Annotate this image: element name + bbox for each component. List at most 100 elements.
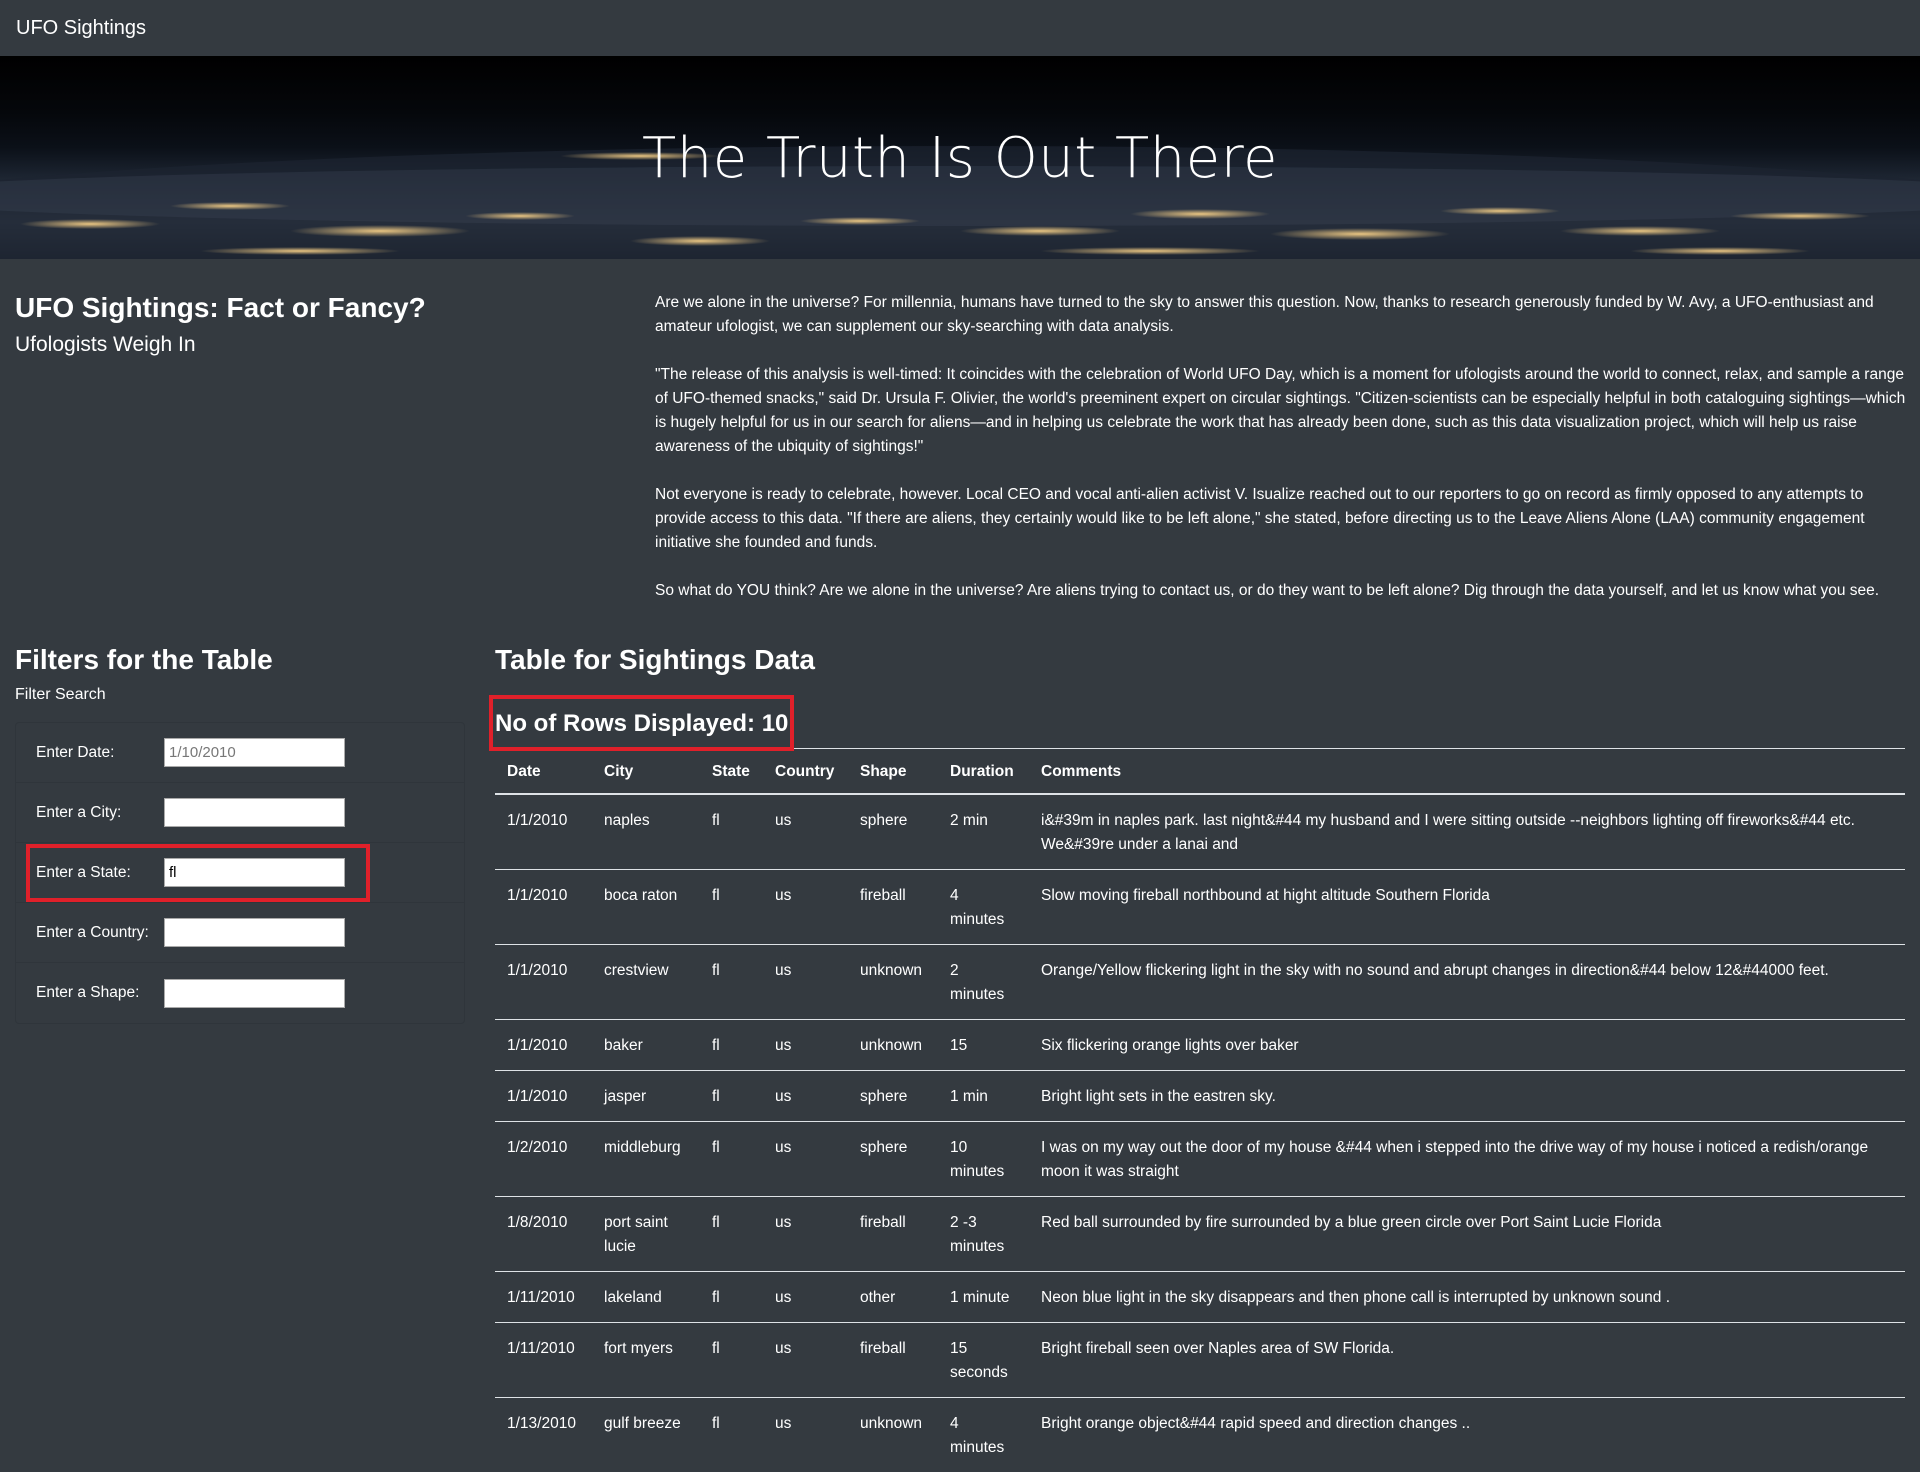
country-input[interactable] (164, 918, 345, 947)
date-cell: 1/1/2010 (495, 794, 592, 870)
comments-cell: Bright light sets in the eastren sky. (1029, 1071, 1905, 1122)
shape-cell: fireball (848, 1323, 938, 1398)
filter-item-country: Enter a Country: (16, 903, 464, 963)
filter-item-state: Enter a State: (16, 843, 464, 903)
state-cell: fl (700, 1122, 763, 1197)
column-header-state: State (700, 749, 763, 795)
shape-cell: unknown (848, 1398, 938, 1472)
comments-cell: Bright orange object&#44 rapid speed and… (1029, 1398, 1905, 1472)
table-row: 1/11/2010fort myersflusfireball15 second… (495, 1323, 1905, 1398)
intro-paragraph: Are we alone in the universe? For millen… (655, 291, 1907, 339)
intro-subheading: Ufologists Weigh In (15, 333, 615, 357)
state-cell: fl (700, 794, 763, 870)
table-header: Date City State Country Shape Duration C… (495, 749, 1905, 795)
city-cell: gulf breeze (592, 1398, 700, 1472)
date-input[interactable] (164, 738, 345, 767)
state-cell: fl (700, 1323, 763, 1398)
table-row: 1/1/2010boca ratonflusfireball4 minutesS… (495, 870, 1905, 945)
shape-input[interactable] (164, 979, 345, 1008)
city-cell: fort myers (592, 1323, 700, 1398)
row-count-label: No of Rows Displayed: 10 (495, 710, 788, 738)
city-cell: naples (592, 794, 700, 870)
country-cell: us (763, 1272, 848, 1323)
city-cell: crestview (592, 945, 700, 1020)
country-cell: us (763, 1323, 848, 1398)
country-cell: us (763, 870, 848, 945)
date-cell: 1/1/2010 (495, 945, 592, 1020)
country-cell: us (763, 945, 848, 1020)
city-cell: port saint lucie (592, 1197, 700, 1272)
column-header-date: Date (495, 749, 592, 795)
duration-cell: 15 seconds (938, 1323, 1029, 1398)
duration-cell: 10 minutes (938, 1122, 1029, 1197)
duration-cell: 15 (938, 1020, 1029, 1071)
table-header-row: Date City State Country Shape Duration C… (495, 749, 1905, 795)
comments-cell: Neon blue light in the sky disappears an… (1029, 1272, 1905, 1323)
filters-heading: Filters for the Table (15, 644, 465, 676)
filter-item-city: Enter a City: (16, 783, 464, 843)
shape-cell: unknown (848, 945, 938, 1020)
table-row: 1/11/2010lakelandflusother1 minuteNeon b… (495, 1272, 1905, 1323)
intro-paragraph: "The release of this analysis is well-ti… (655, 363, 1907, 459)
state-input[interactable] (164, 858, 345, 887)
shape-cell: other (848, 1272, 938, 1323)
city-cell: jasper (592, 1071, 700, 1122)
country-cell: us (763, 1020, 848, 1071)
intro-paragraph: Not everyone is ready to celebrate, howe… (655, 483, 1907, 555)
column-header-city: City (592, 749, 700, 795)
intro-heading: UFO Sightings: Fact or Fancy? (15, 291, 615, 325)
state-cell: fl (700, 1272, 763, 1323)
comments-cell: i&#39m in naples park. last night&#44 my… (1029, 794, 1905, 870)
table-row: 1/1/2010bakerflusunknown15Six flickering… (495, 1020, 1905, 1071)
intro-heading-block: UFO Sightings: Fact or Fancy? Ufologists… (15, 291, 615, 357)
hero-title: The Truth Is Out There (0, 126, 1920, 191)
column-header-shape: Shape (848, 749, 938, 795)
filter-item-date: Enter Date: (16, 723, 464, 783)
city-cell: lakeland (592, 1272, 700, 1323)
table-body: 1/1/2010naplesflussphere2 mini&#39m in n… (495, 794, 1905, 1472)
table-row: 1/1/2010jasperflussphere1 minBright ligh… (495, 1071, 1905, 1122)
shape-cell: sphere (848, 1071, 938, 1122)
comments-cell: Six flickering orange lights over baker (1029, 1020, 1905, 1071)
state-label: Enter a State: (36, 864, 164, 882)
duration-cell: 4 minutes (938, 1398, 1029, 1472)
city-input[interactable] (164, 798, 345, 827)
shape-cell: unknown (848, 1020, 938, 1071)
filters-panel: Filters for the Table Filter Search Ente… (15, 644, 465, 1024)
date-label: Enter Date: (36, 744, 164, 762)
comments-cell: Slow moving fireball northbound at hight… (1029, 870, 1905, 945)
country-cell: us (763, 1197, 848, 1272)
duration-cell: 1 min (938, 1071, 1029, 1122)
duration-cell: 2 -3 minutes (938, 1197, 1029, 1272)
table-row: 1/8/2010port saint lucieflusfireball2 -3… (495, 1197, 1905, 1272)
intro-article: Are we alone in the universe? For millen… (655, 291, 1907, 627)
comments-cell: Bright fireball seen over Naples area of… (1029, 1323, 1905, 1398)
city-label: Enter a City: (36, 804, 164, 822)
column-header-country: Country (763, 749, 848, 795)
date-cell: 1/1/2010 (495, 1020, 592, 1071)
state-cell: fl (700, 1020, 763, 1071)
comments-cell: Red ball surrounded by fire surrounded b… (1029, 1197, 1905, 1272)
date-cell: 1/1/2010 (495, 870, 592, 945)
date-cell: 1/8/2010 (495, 1197, 592, 1272)
shape-label: Enter a Shape: (36, 984, 164, 1002)
table-row: 1/1/2010naplesflussphere2 mini&#39m in n… (495, 794, 1905, 870)
state-cell: fl (700, 870, 763, 945)
table-row: 1/2/2010middleburgflussphere10 minutesI … (495, 1122, 1905, 1197)
state-cell: fl (700, 945, 763, 1020)
navbar-brand-link[interactable]: UFO Sightings (16, 17, 146, 40)
column-header-comments: Comments (1029, 749, 1905, 795)
shape-cell: fireball (848, 1197, 938, 1272)
date-cell: 1/11/2010 (495, 1272, 592, 1323)
date-cell: 1/13/2010 (495, 1398, 592, 1472)
country-cell: us (763, 794, 848, 870)
row-count-wrapper: No of Rows Displayed: 10 (495, 704, 812, 744)
city-cell: boca raton (592, 870, 700, 945)
sightings-table: Date City State Country Shape Duration C… (495, 748, 1905, 1472)
filters-subheading: Filter Search (15, 686, 465, 704)
country-cell: us (763, 1071, 848, 1122)
shape-cell: sphere (848, 1122, 938, 1197)
filter-item-shape: Enter a Shape: (16, 963, 464, 1023)
state-cell: fl (700, 1071, 763, 1122)
date-cell: 1/2/2010 (495, 1122, 592, 1197)
